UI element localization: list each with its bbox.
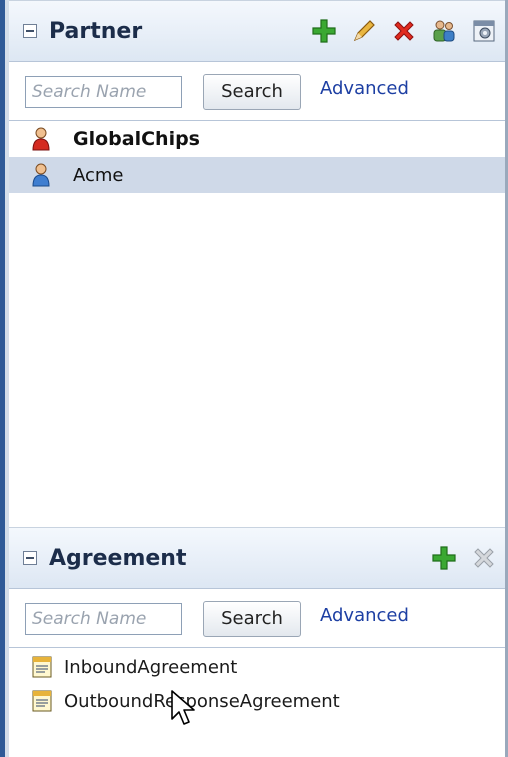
person-red-icon (32, 127, 50, 151)
collapse-agreement-icon[interactable] (23, 551, 37, 565)
partner-panel: Partner Search Name Search Advanced Glob… (9, 0, 508, 527)
partner-name: GlobalChips (73, 128, 200, 150)
list-item[interactable]: OutboundResponseAgreement (9, 684, 505, 718)
list-item[interactable]: Acme (9, 157, 505, 193)
edit-icon[interactable] (351, 18, 377, 44)
agreement-header: Agreement (9, 527, 505, 589)
agreement-toolbar (431, 545, 497, 571)
delete-disabled-icon[interactable] (471, 545, 497, 571)
users-icon[interactable] (431, 18, 457, 44)
list-item[interactable]: GlobalChips (9, 121, 505, 157)
add-icon[interactable] (311, 18, 337, 44)
add-icon[interactable] (431, 545, 457, 571)
agreement-name: InboundAgreement (64, 656, 238, 678)
list-item[interactable]: InboundAgreement (9, 650, 505, 684)
partner-search-button[interactable]: Search (203, 74, 301, 110)
partner-search-bar: Search Name Search Advanced (9, 62, 505, 121)
agreement-list: InboundAgreement OutboundResponseAgreeme… (9, 648, 505, 718)
agreement-advanced-link[interactable]: Advanced (320, 605, 409, 626)
partner-advanced-link[interactable]: Advanced (320, 78, 409, 99)
agreement-panel: Agreement Search Name Search Advanced In… (9, 527, 508, 757)
agreement-name: OutboundResponseAgreement (64, 690, 340, 712)
partner-toolbar (311, 18, 497, 44)
agreement-title: Agreement (49, 545, 187, 571)
person-blue-icon (32, 163, 50, 187)
mouse-cursor-icon (171, 690, 195, 725)
agreement-doc-icon (32, 690, 52, 712)
agreement-search-bar: Search Name Search Advanced (9, 589, 505, 648)
agreement-search-button[interactable]: Search (203, 601, 301, 637)
collapse-partner-icon[interactable] (23, 24, 37, 38)
agreement-doc-icon (32, 656, 52, 678)
delete-icon[interactable] (391, 18, 417, 44)
properties-icon[interactable] (471, 18, 497, 44)
partner-search-input[interactable]: Search Name (25, 76, 182, 108)
partner-list: GlobalChips Acme (9, 121, 505, 193)
partner-name: Acme (73, 164, 124, 186)
partner-title: Partner (49, 18, 143, 44)
agreement-search-input[interactable]: Search Name (25, 603, 182, 635)
partner-header: Partner (9, 0, 505, 62)
